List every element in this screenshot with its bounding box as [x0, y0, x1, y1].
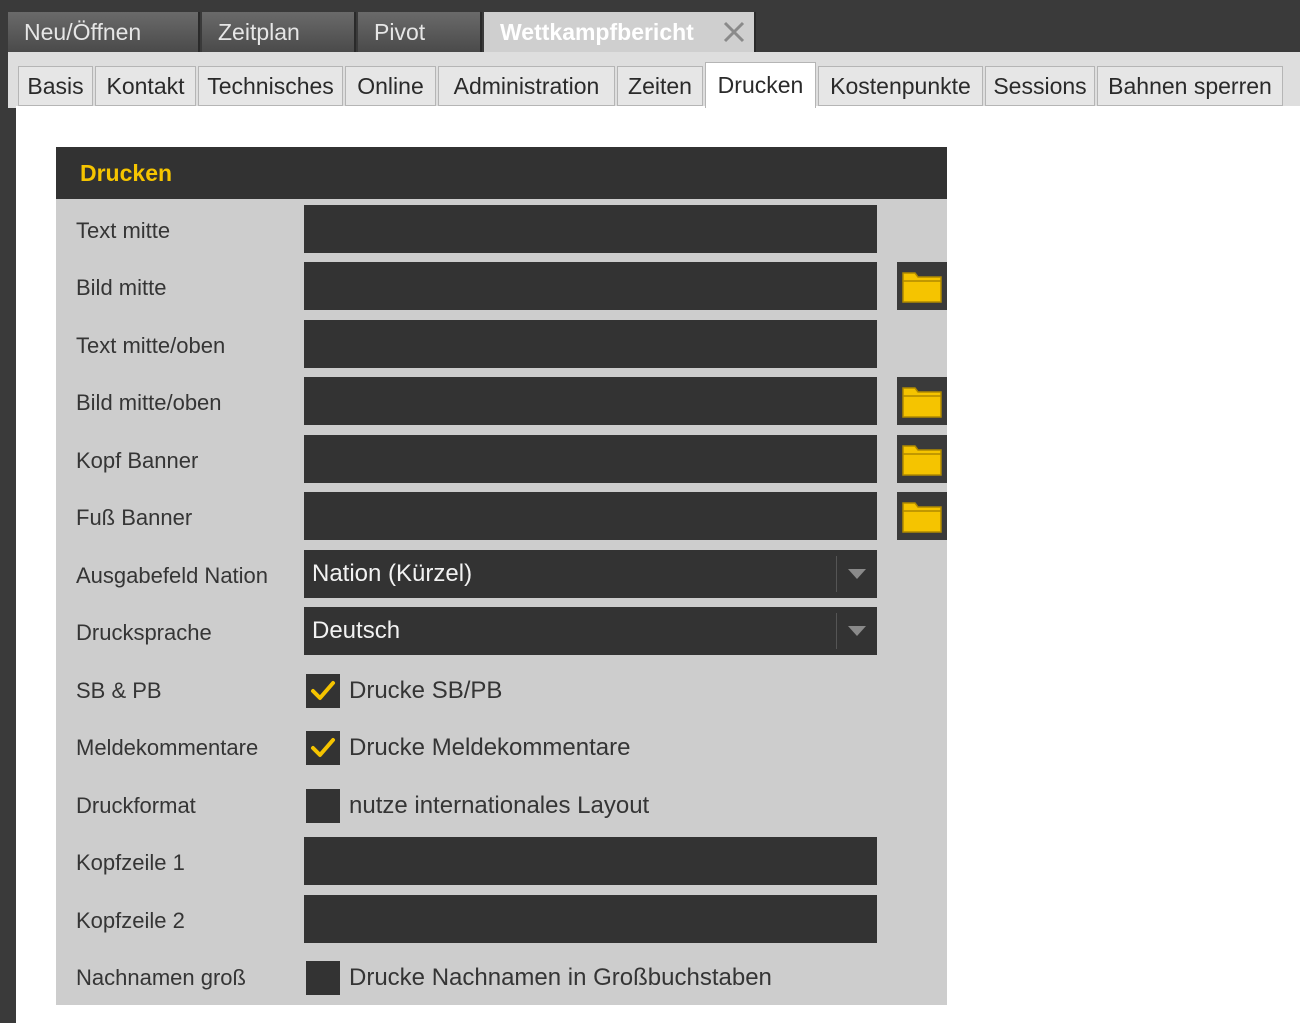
tab-sessions[interactable]: Sessions: [985, 66, 1095, 106]
tab-label: Zeiten: [628, 72, 692, 99]
druckformat-checkbox[interactable]: [306, 789, 340, 823]
drucksprache-label: Drucksprache: [76, 620, 212, 645]
meldekommentare-checkbox-label[interactable]: Drucke Meldekommentare: [349, 731, 630, 765]
bild-mitte-label: Bild mitte: [76, 275, 167, 300]
tab-label: Technisches: [207, 72, 334, 99]
bild-mitte-oben-label: Bild mitte/oben: [76, 390, 222, 415]
kopfzeile-1-input[interactable]: [304, 837, 877, 885]
tab-drucken[interactable]: Drucken: [705, 62, 816, 108]
ausgabefeld-nation-select[interactable]: Nation (Kürzel): [304, 550, 877, 598]
tab-basis[interactable]: Basis: [18, 66, 93, 106]
left-border: [0, 52, 8, 1023]
fuss-banner-input[interactable]: [304, 492, 877, 540]
panel-title: Drucken: [80, 159, 173, 186]
check-icon: [311, 681, 335, 700]
text-mitte-label: Text mitte: [76, 218, 171, 243]
main-tab-wettkampfbericht[interactable]: Wettkampfbericht: [484, 12, 756, 52]
main-tab-neu-oeffnen[interactable]: Neu/Öffnen: [8, 12, 200, 52]
tab-zeiten[interactable]: Zeiten: [617, 66, 703, 106]
main-tab-label: Neu/Öffnen: [24, 18, 142, 45]
nachnamen-gross-checkbox[interactable]: [306, 961, 340, 995]
bild-mitte-browse-button[interactable]: [897, 262, 947, 310]
check-icon: [311, 738, 335, 757]
bild-mitte-oben-browse-button[interactable]: [897, 377, 947, 425]
druckformat-label: Druckformat: [76, 793, 196, 818]
tab-kostenpunkte[interactable]: Kostenpunkte: [818, 66, 983, 106]
tab-label: Administration: [453, 72, 600, 99]
main-tab-zeitplan[interactable]: Zeitplan: [202, 12, 356, 52]
tab-label: Drucken: [717, 72, 804, 98]
main-tab-label: Pivot: [374, 18, 426, 45]
folder-icon: [902, 445, 942, 476]
tab-label: Sessions: [993, 72, 1087, 99]
kopf-banner-label: Kopf Banner: [76, 448, 199, 473]
text-mitte-oben-input[interactable]: [304, 320, 877, 368]
tab-label: Online: [357, 72, 424, 99]
tab-administration[interactable]: Administration: [438, 66, 615, 106]
text-mitte-input[interactable]: [304, 205, 877, 253]
sb-pb-label: SB & PB: [76, 678, 162, 703]
tab-bahnen-sperren[interactable]: Bahnen sperren: [1097, 66, 1283, 106]
chevron-down-icon[interactable]: [836, 613, 877, 649]
fuss-banner-browse-button[interactable]: [897, 492, 947, 540]
tab-label: Kontakt: [106, 72, 185, 99]
tab-label: Kostenpunkte: [830, 72, 971, 99]
chevron-down-icon[interactable]: [836, 556, 877, 592]
kopfzeile-2-input[interactable]: [304, 895, 877, 943]
tab-technisches[interactable]: Technisches: [198, 66, 343, 106]
sb-pb-checkbox[interactable]: [306, 674, 340, 708]
select-value: Deutsch: [312, 617, 401, 644]
folder-icon: [902, 272, 942, 303]
main-tab-label: Wettkampfbericht: [500, 18, 694, 45]
fuss-banner-label: Fuß Banner: [76, 505, 193, 530]
tab-label: Bahnen sperren: [1108, 72, 1272, 99]
close-icon[interactable]: [720, 18, 748, 46]
drucksprache-select[interactable]: Deutsch: [304, 607, 877, 655]
nachnamen-gross-label: Nachnamen groß: [76, 965, 246, 990]
main-tab-label: Zeitplan: [218, 18, 300, 45]
meldekommentare-label: Meldekommentare: [76, 735, 259, 760]
folder-icon: [902, 387, 942, 418]
main-tab-pivot[interactable]: Pivot: [358, 12, 482, 52]
folder-icon: [902, 502, 942, 533]
kopf-banner-input[interactable]: [304, 435, 877, 483]
drucken-panel: Drucken Text mitte Bild mitte Text mitte…: [56, 147, 947, 1005]
tab-kontakt[interactable]: Kontakt: [95, 66, 196, 106]
sb-pb-checkbox-label[interactable]: Drucke SB/PB: [349, 674, 502, 708]
druckformat-checkbox-label[interactable]: nutze internationales Layout: [349, 789, 649, 823]
kopfzeile-2-label: Kopfzeile 2: [76, 908, 185, 933]
meldekommentare-checkbox[interactable]: [306, 731, 340, 765]
select-value: Nation (Kürzel): [312, 560, 473, 587]
kopfzeile-1-label: Kopfzeile 1: [76, 850, 185, 875]
text-mitte-oben-label: Text mitte/oben: [76, 333, 226, 358]
ausgabefeld-nation-label: Ausgabefeld Nation: [76, 563, 269, 588]
kopf-banner-browse-button[interactable]: [897, 435, 947, 483]
tab-label: Basis: [27, 72, 84, 99]
tab-online[interactable]: Online: [345, 66, 436, 106]
bild-mitte-oben-input[interactable]: [304, 377, 877, 425]
bild-mitte-input[interactable]: [304, 262, 877, 310]
main-tab-bar: Neu/Öffnen Zeitplan Pivot Wettkampfberic…: [0, 0, 1300, 52]
nachnamen-gross-checkbox-label[interactable]: Drucke Nachnamen in Großbuchstaben: [349, 961, 772, 995]
panel-header: Drucken: [56, 147, 947, 199]
